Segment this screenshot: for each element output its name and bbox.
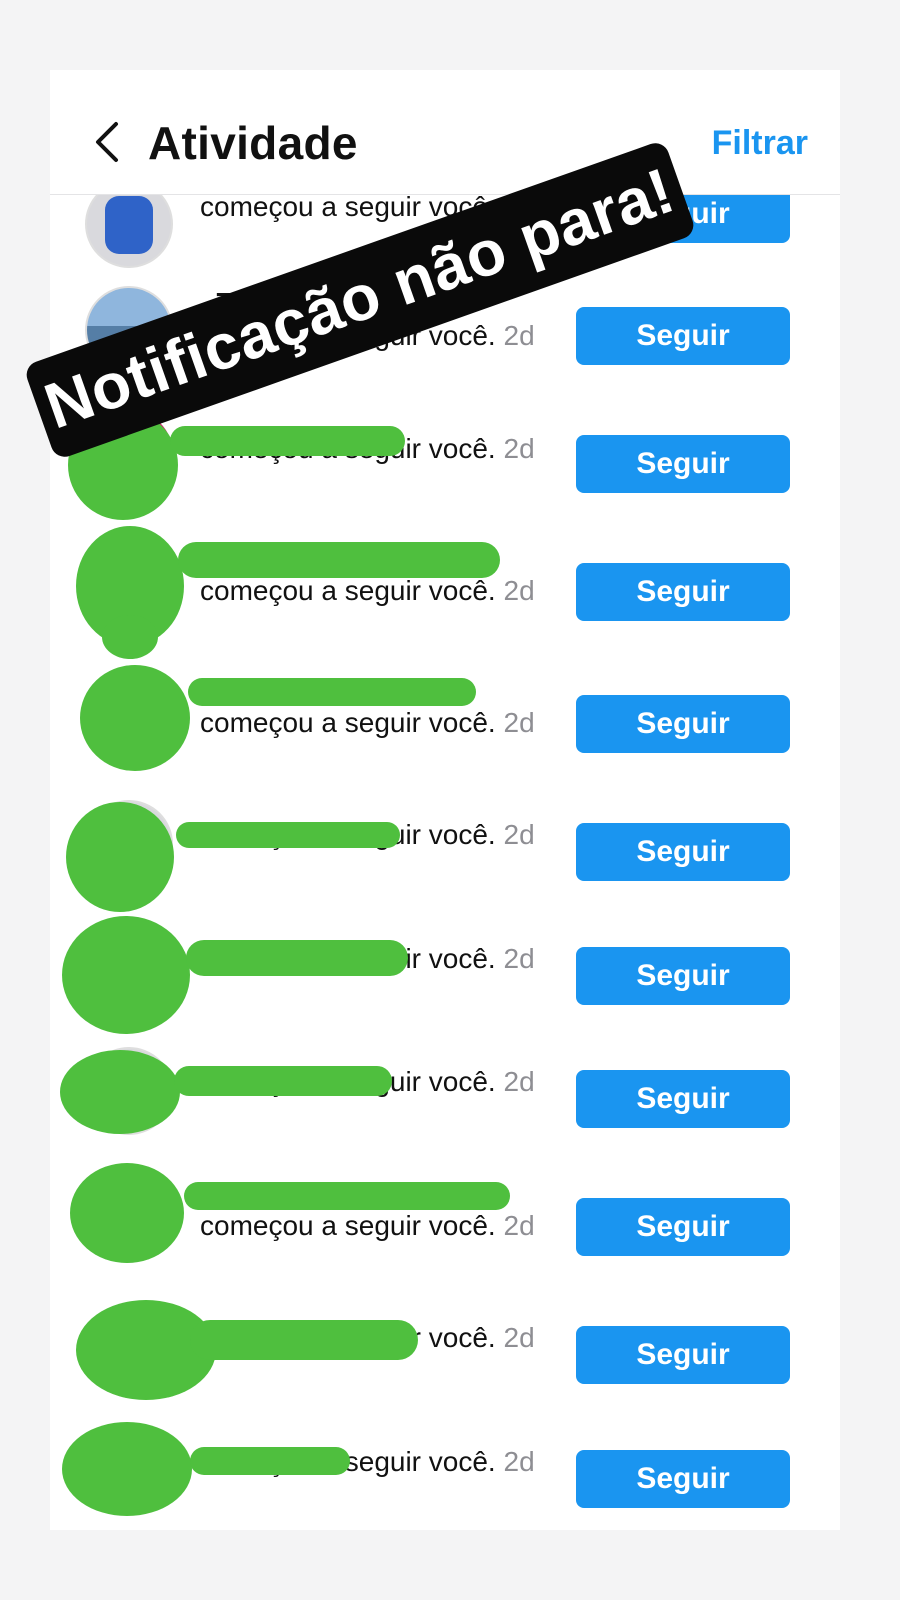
follow-button[interactable]: Seguir [576,695,790,753]
timestamp: 2d [503,1066,535,1097]
follow-button[interactable]: Seguir [576,947,790,1005]
follow-button[interactable]: Seguir [576,1326,790,1384]
timestamp: 2d [503,320,535,351]
redaction-scribble [170,426,405,456]
notification-text: começou a seguir você. 2d [200,1209,560,1242]
avatar-photo [105,196,153,254]
timestamp: 2d [503,707,535,738]
redaction-scribble [80,665,190,771]
redaction-scribble [62,916,190,1034]
back-button[interactable] [92,120,126,164]
redaction-scribble [60,1050,180,1134]
redaction-scribble [174,1066,392,1096]
timestamp: 2d [503,575,535,606]
timestamp: 2d [503,1322,535,1353]
follow-button[interactable]: Seguir [576,307,790,365]
notification-text: começou a seguir você. 2d [200,706,560,739]
redaction-scribble [184,1182,510,1210]
page-title: Atividade [148,117,358,169]
follow-button[interactable]: Seguir [576,1450,790,1508]
timestamp: 2d [503,1210,535,1241]
follow-button[interactable]: Seguir [576,563,790,621]
redaction-scribble [62,1422,192,1516]
follow-button[interactable]: Seguir [576,1198,790,1256]
chevron-left-icon [96,122,118,162]
action-text: começou a seguir você. [200,575,496,606]
action-text: começou a seguir você. [200,1210,496,1241]
redaction-scribble [190,1447,350,1475]
redaction-scribble [176,822,400,848]
redaction-scribble [178,542,500,578]
redaction-scribble [188,678,476,706]
redaction-scribble [66,802,174,912]
redaction-scribble [102,615,158,659]
follow-button[interactable]: Seguir [576,1070,790,1128]
timestamp: 2d [503,819,535,850]
timestamp: 2d [503,1446,535,1477]
follow-button[interactable]: Seguir [576,435,790,493]
redaction-scribble [70,1163,184,1263]
top-bar: Atividade Filtrar [50,70,840,195]
timestamp: 2d [503,943,535,974]
redaction-scribble [186,940,408,976]
redaction-scribble [190,1320,418,1360]
timestamp: 2d [503,433,535,464]
action-text: começou a seguir você. [200,707,496,738]
notification-text: começou a seguir você. 2d [200,574,560,607]
filter-button[interactable]: Filtrar [712,124,808,163]
follow-button[interactable]: Seguir [576,823,790,881]
